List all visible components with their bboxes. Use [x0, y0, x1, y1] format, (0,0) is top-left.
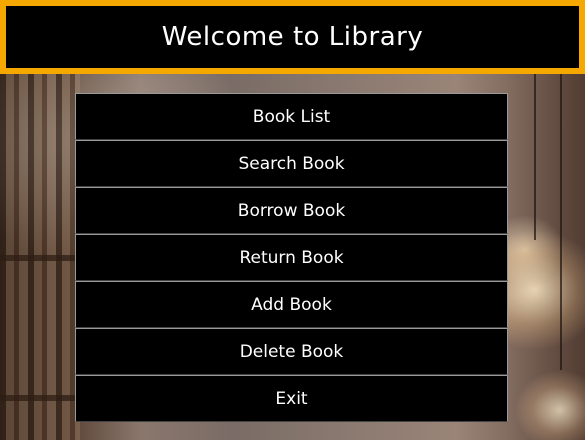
shelf-divider: [0, 395, 80, 401]
main-menu: Book List Search Book Borrow Book Return…: [75, 93, 508, 422]
background-shading: [505, 70, 585, 440]
delete-book-button[interactable]: Delete Book: [75, 328, 508, 375]
lamp-cord: [534, 70, 536, 240]
exit-button[interactable]: Exit: [75, 375, 508, 422]
shelf-divider: [0, 255, 80, 261]
return-book-button[interactable]: Return Book: [75, 234, 508, 281]
add-book-button[interactable]: Add Book: [75, 281, 508, 328]
book-list-button[interactable]: Book List: [75, 93, 508, 140]
lamp-cord: [560, 70, 562, 370]
search-book-button[interactable]: Search Book: [75, 140, 508, 187]
title-banner: Welcome to Library: [0, 0, 585, 74]
page-title: Welcome to Library: [161, 22, 424, 52]
borrow-book-button[interactable]: Borrow Book: [75, 187, 508, 234]
